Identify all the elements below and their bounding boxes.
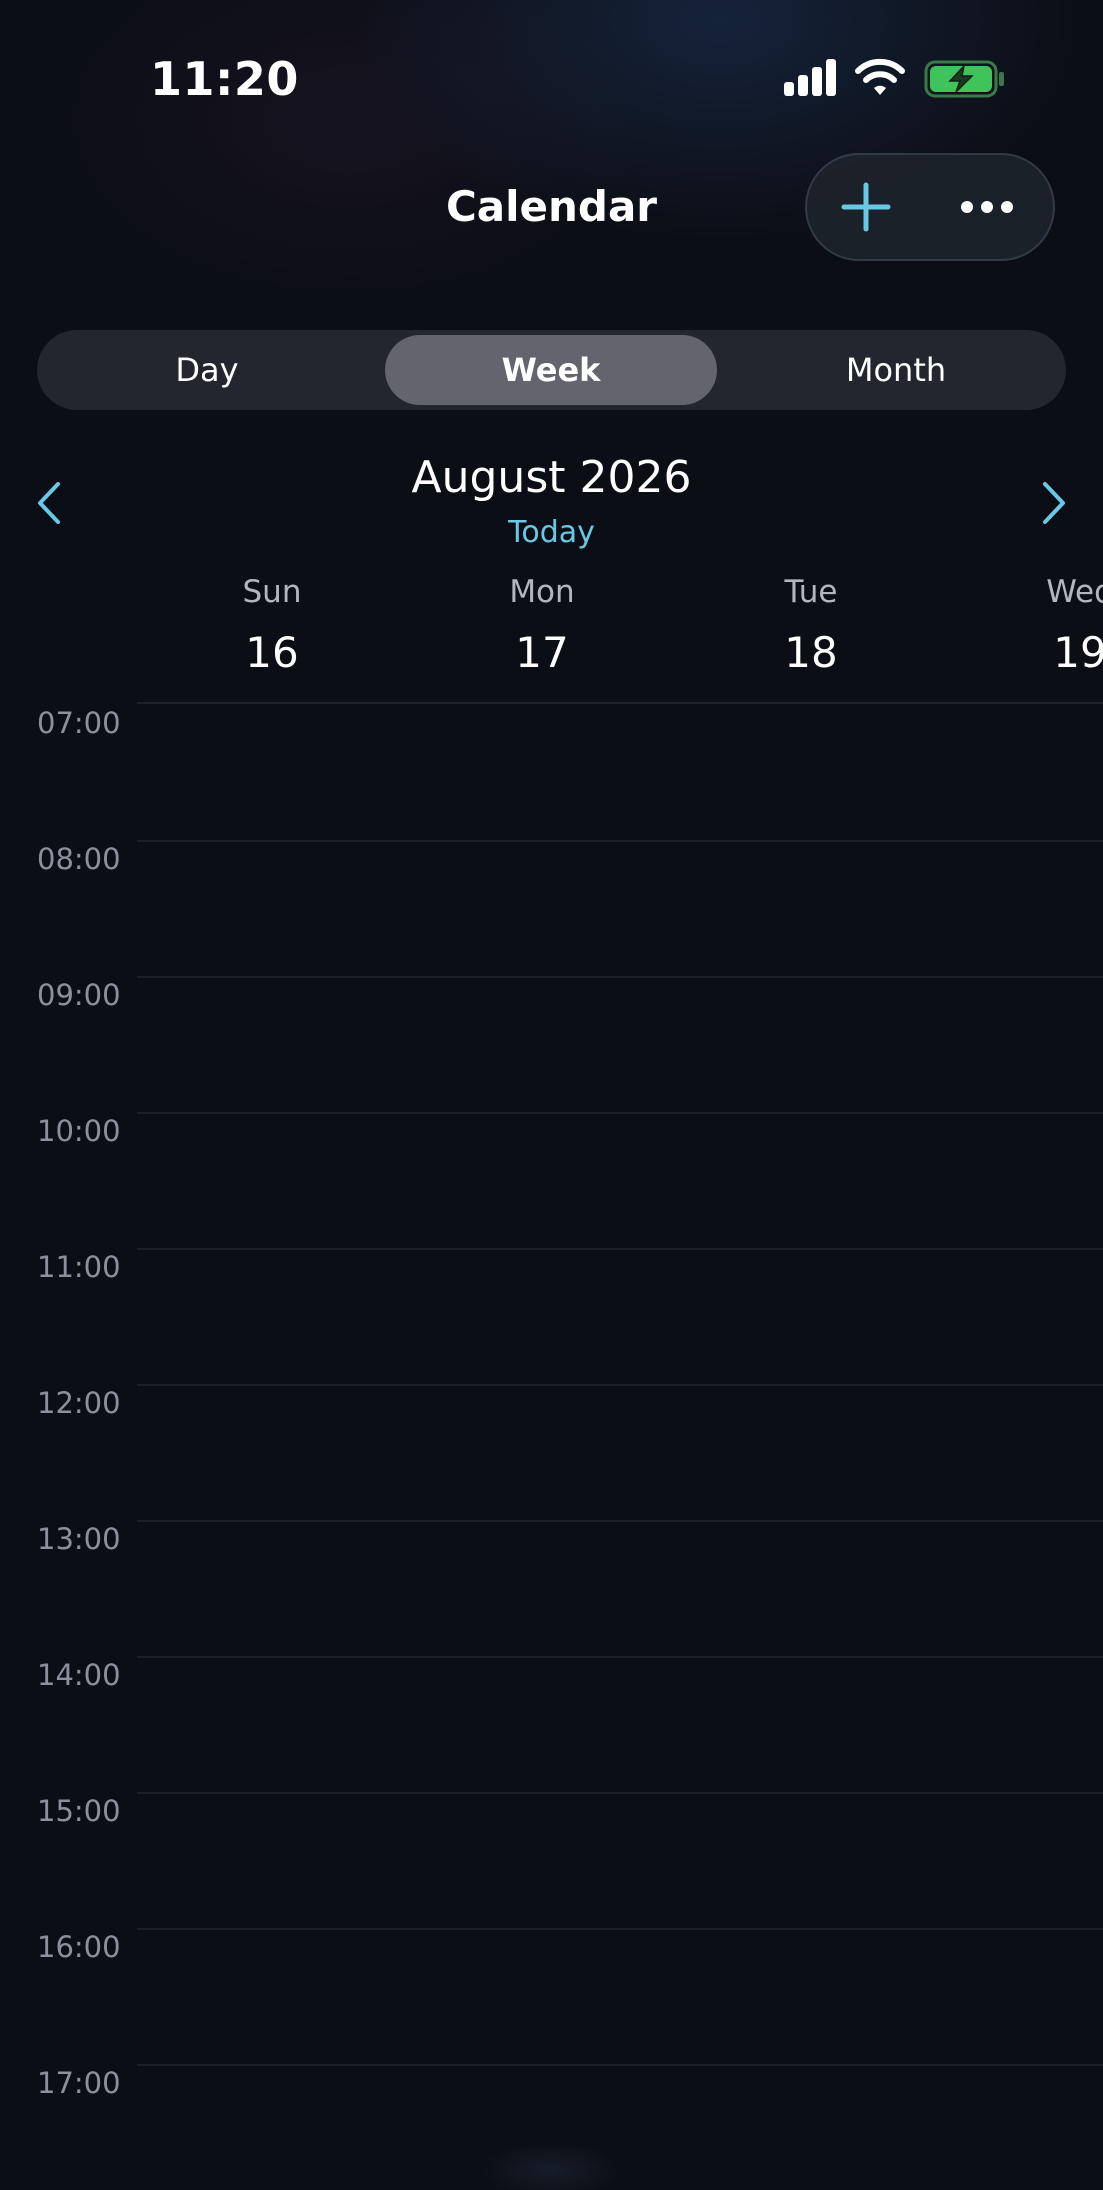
header-divider: [137, 702, 1103, 704]
hour-gridline: [137, 1384, 1103, 1386]
hour-gridline: [137, 1656, 1103, 1658]
today-button: Today: [0, 515, 1103, 550]
day-column-header[interactable]: Sun 16: [172, 574, 372, 677]
chevron-right-icon: [1043, 482, 1065, 524]
add-event-button[interactable]: [821, 165, 911, 249]
status-icons: [782, 58, 1007, 100]
day-column-header[interactable]: Wed 19: [980, 574, 1103, 677]
view-option-month[interactable]: Month: [731, 335, 1061, 405]
day-column-header[interactable]: Tue 18: [711, 574, 911, 677]
today-label[interactable]: Today: [508, 515, 595, 550]
day-name: Mon: [509, 574, 575, 610]
hour-label: 14:00: [37, 1658, 121, 1692]
hour-gridline: [137, 1248, 1103, 1250]
status-time: 11:20: [150, 52, 299, 106]
day-number: 18: [784, 628, 838, 677]
hour-label: 16:00: [37, 1930, 121, 1964]
next-week-button[interactable]: [1027, 478, 1077, 528]
hour-label: 17:00: [37, 2066, 121, 2100]
day-column-header[interactable]: Mon 17: [442, 574, 642, 677]
day-number: 19: [1053, 628, 1103, 677]
day-number: 16: [245, 628, 299, 677]
day-name: Tue: [784, 574, 838, 610]
hour-gridline: [137, 1112, 1103, 1114]
more-options-button[interactable]: [937, 165, 1037, 249]
hour-label: 13:00: [37, 1522, 121, 1556]
hour-label: 08:00: [37, 842, 121, 876]
month-title: August 2026: [411, 452, 692, 503]
wifi-icon: [855, 58, 905, 98]
day-name: Sun: [242, 574, 302, 610]
hour-gridline: [137, 976, 1103, 978]
hour-gridline: [137, 1928, 1103, 1930]
day-number: 17: [515, 628, 569, 677]
hour-gridline: [137, 2064, 1103, 2066]
plus-icon: [841, 182, 891, 232]
hour-gridline: [137, 1792, 1103, 1794]
more-icon: [961, 201, 1013, 213]
cellular-signal-icon: [782, 58, 840, 98]
hour-label: 07:00: [37, 706, 121, 740]
day-name: Wed: [1046, 574, 1103, 610]
view-switcher: Day Week Month: [37, 330, 1066, 410]
hour-label: 09:00: [37, 978, 121, 1012]
view-option-day[interactable]: Day: [42, 335, 372, 405]
header-actions: [805, 153, 1055, 261]
page-title-text: Calendar: [445, 182, 658, 231]
hour-label: 12:00: [37, 1386, 121, 1420]
hour-label: 15:00: [37, 1794, 121, 1828]
battery-charging-icon: [924, 60, 1006, 98]
view-option-week[interactable]: Week: [385, 335, 717, 405]
hour-gridline: [137, 840, 1103, 842]
hour-gridline: [137, 1520, 1103, 1522]
hour-label: 11:00: [37, 1250, 121, 1284]
bottom-glow: [451, 2110, 651, 2190]
hour-label: 10:00: [37, 1114, 121, 1148]
